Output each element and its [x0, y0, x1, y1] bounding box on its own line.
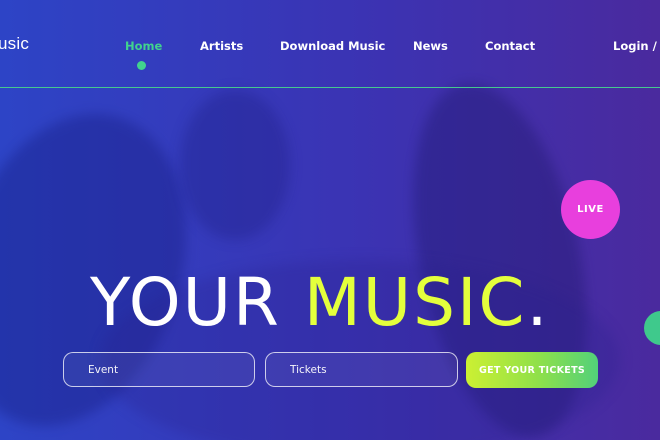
headline-word-music: MUSIC — [303, 264, 527, 342]
headline-word-your: YOUR — [90, 264, 281, 342]
login-link[interactable]: Login / l — [613, 39, 660, 53]
nav-item-artists[interactable]: Artists — [200, 39, 243, 53]
nav-item-contact[interactable]: Contact — [485, 39, 535, 53]
page: usic Home Artists Download Music News Co… — [0, 0, 660, 440]
hero-headline: YOUR MUSIC. — [90, 270, 550, 336]
nav-item-download-music[interactable]: Download Music — [280, 39, 385, 53]
background-silhouette — [180, 90, 290, 240]
nav-item-home[interactable]: Home — [125, 39, 162, 53]
event-input[interactable] — [63, 352, 255, 387]
live-badge[interactable]: LIVE — [561, 180, 620, 239]
decorative-circle — [644, 311, 660, 345]
headline-period: . — [526, 264, 550, 342]
active-nav-indicator — [137, 61, 146, 70]
site-logo[interactable]: usic — [0, 34, 29, 54]
site-header: usic Home Artists Download Music News Co… — [0, 0, 660, 88]
get-tickets-button[interactable]: GET YOUR TICKETS — [466, 352, 598, 388]
tickets-input[interactable] — [265, 352, 458, 387]
nav-item-news[interactable]: News — [413, 39, 448, 53]
